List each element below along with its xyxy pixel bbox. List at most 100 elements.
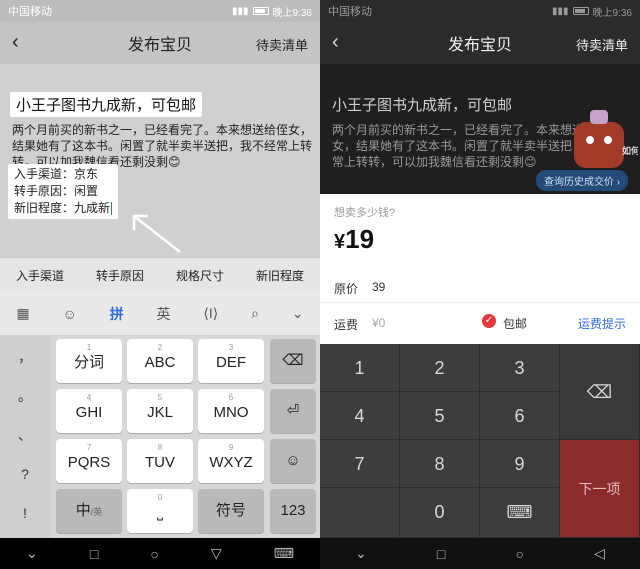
status-bar: 中国移动 ▮▮▮ 晚上9:36 — [0, 0, 320, 22]
app-header: ‹ 发布宝贝 待卖清单 — [0, 22, 320, 64]
key-1[interactable]: 1 分词 — [56, 339, 122, 383]
key-5[interactable]: 5 JKL — [127, 389, 193, 433]
backspace-icon[interactable]: ⌫ — [560, 344, 640, 440]
signal-icon: ▮▮▮ — [552, 5, 569, 17]
app-header: ‹ 发布宝贝 待卖清单 — [320, 22, 640, 64]
time-label: 晚上9:36 — [592, 7, 632, 19]
left-screen: 中国移动 ▮▮▮ 晚上9:36 ‹ 发布宝贝 待卖清单 小王子图书九成新，可包邮… — [0, 0, 320, 569]
detail-line: 入手渠道：京东 — [14, 167, 99, 181]
cursor-move-icon[interactable]: ⟨I⟩ — [203, 305, 218, 322]
key-3[interactable]: 3 DEF — [198, 339, 264, 383]
punct-key[interactable]: 、 — [4, 417, 46, 453]
key-8[interactable]: 8 TUV — [127, 439, 193, 483]
keyboard-icon[interactable]: ⌨ — [274, 545, 294, 562]
hide-keyboard-icon[interactable]: ⌨ — [480, 488, 560, 538]
shipping-label: 运费 — [334, 318, 359, 332]
next-item-button[interactable]: 下一项 — [560, 440, 640, 538]
battery-icon — [572, 7, 589, 15]
price-history-button[interactable]: 查询历史成交价 › — [536, 170, 629, 191]
tag-size[interactable]: 规格尺寸 — [176, 267, 224, 284]
space-key[interactable]: 0 ⎵ — [127, 489, 193, 533]
carrier-label: 中国移动 — [8, 6, 52, 18]
punctuation-column: ， 。 、 ? ! — [0, 336, 50, 538]
system-nav-bar: ⌄ □ ○ ▽ ⌨ — [0, 538, 320, 569]
signal-icon: ▮▮▮ — [232, 5, 249, 17]
home-icon[interactable]: ○ — [516, 546, 524, 562]
mascot-text: 如何定价? — [622, 145, 638, 157]
original-price-input[interactable]: 39 — [372, 280, 385, 294]
price-sheet: 想卖多少钱? ¥19 原价 39 运费 ¥0 ✓ 包邮 运费提示 — [320, 194, 640, 344]
chevron-down-icon[interactable]: ⌄ — [26, 545, 38, 562]
divider — [320, 302, 640, 303]
num-key[interactable]: 3 — [480, 344, 560, 392]
num-key[interactable]: 7 — [320, 440, 400, 488]
post-title-field[interactable]: 小王子图书九成新，可包邮 — [10, 92, 203, 117]
pinyin-mode[interactable]: 拼 — [110, 304, 124, 324]
tag-reason[interactable]: 转手原因 — [96, 267, 144, 284]
num-key[interactable]: 8 — [400, 440, 480, 488]
chevron-down-icon[interactable]: ⌄ — [292, 305, 304, 322]
post-title: 小王子图书九成新，可包邮 — [332, 97, 513, 114]
tag-source[interactable]: 入手渠道 — [16, 267, 64, 284]
arrow-annotation-icon — [132, 214, 181, 253]
post-preview-dimmed: 小王子图书九成新，可包邮 两个月前买的新书之一，已经看完了。本来想送给侄女，结果… — [320, 64, 640, 194]
key-7[interactable]: 7 PQRS — [56, 439, 122, 483]
post-editor[interactable]: 小王子图书九成新，可包邮 两个月前买的新书之一，已经看完了。本来想送给侄女，结果… — [0, 64, 320, 258]
number-pad: 1 2 3 ⌫ 4 5 6 7 8 9 下一项 0 ⌨ — [320, 344, 640, 538]
punct-key[interactable]: ? — [4, 456, 46, 492]
recents-icon[interactable]: □ — [437, 546, 445, 562]
keyboard-toolbar: ▦ ☺ 拼 英 ⟨I⟩ ⌕ ⌄ — [0, 292, 320, 336]
battery-icon — [252, 7, 269, 15]
punct-key[interactable]: ! — [4, 495, 46, 531]
home-icon[interactable]: ○ — [150, 546, 158, 562]
num-key[interactable]: 5 — [400, 392, 480, 440]
emoji-key-icon[interactable]: ☺ — [270, 439, 316, 483]
check-icon[interactable]: ✓ — [482, 314, 496, 328]
punct-key[interactable]: 。 — [4, 378, 46, 414]
keyboard: ， 。 、 ? ! 1 分词 2 ABC 3 DEF ⌫ 4 GHI 5 JKL 6 MNO… — [0, 336, 320, 538]
tag-condition[interactable]: 新旧程度 — [256, 267, 304, 284]
detail-line: 转手原因：闲置 — [14, 184, 99, 198]
search-icon[interactable]: ⌕ — [251, 305, 259, 322]
number-key[interactable]: 123 — [270, 489, 316, 533]
num-key[interactable]: 9 — [480, 440, 560, 488]
shipping-input[interactable]: ¥0 — [372, 316, 385, 330]
detail-block[interactable]: 入手渠道：京东 转手原因：闲置 新旧程度：九成新 — [8, 164, 119, 219]
carrier-label: 中国移动 — [328, 6, 372, 18]
system-nav-bar: ⌄ □ ○ ◁ — [320, 538, 640, 569]
num-key[interactable]: 1 — [320, 344, 400, 392]
key-2[interactable]: 2 ABC — [127, 339, 193, 383]
num-key[interactable]: 6 — [480, 392, 560, 440]
key-9[interactable]: 9 WXYZ — [198, 439, 264, 483]
key-6[interactable]: 6 MNO — [198, 389, 264, 433]
right-screen: 中国移动 ▮▮▮ 晚上9:36 ‹ 发布宝贝 待卖清单 小王子图书九成新，可包邮… — [320, 0, 640, 569]
punct-key[interactable]: ， — [4, 339, 46, 375]
tag-bar: 入手渠道 转手原因 规格尺寸 新旧程度 — [0, 258, 320, 292]
pending-list-link[interactable]: 待卖清单 — [576, 35, 628, 54]
status-bar: 中国移动 ▮▮▮ 晚上9:36 — [320, 0, 640, 22]
symbol-key[interactable]: 符号 — [198, 489, 264, 533]
lang-switch-key[interactable]: 中/英 — [56, 489, 122, 533]
grid-icon[interactable]: ▦ — [16, 305, 29, 322]
num-key[interactable]: 2 — [400, 344, 480, 392]
chevron-down-icon[interactable]: ⌄ — [355, 545, 367, 562]
price-question: 想卖多少钱? — [334, 207, 396, 219]
blank-key — [320, 488, 400, 538]
back-triangle-icon[interactable]: ▽ — [211, 545, 222, 562]
price-input[interactable]: ¥19 — [334, 224, 374, 255]
shipping-tip-link[interactable]: 运费提示 — [578, 315, 626, 332]
num-key[interactable]: 0 — [400, 488, 480, 538]
num-key[interactable]: 4 — [320, 392, 400, 440]
post-description[interactable]: 两个月前买的新书之一，已经看完了。本来想送给侄女，结果她有了这本书。闲置了就半卖… — [12, 122, 312, 170]
back-triangle-icon[interactable]: ◁ — [594, 545, 605, 562]
key-4[interactable]: 4 GHI — [56, 389, 122, 433]
free-shipping-option[interactable]: 包邮 — [503, 315, 527, 332]
recents-icon[interactable]: □ — [90, 546, 98, 562]
time-label: 晚上9:36 — [272, 7, 312, 19]
enter-icon[interactable]: ⏎ — [270, 389, 316, 433]
backspace-icon[interactable]: ⌫ — [270, 339, 316, 383]
english-mode[interactable]: 英 — [157, 304, 171, 324]
pending-list-link[interactable]: 待卖清单 — [256, 35, 308, 54]
emoji-icon[interactable]: ☺ — [63, 306, 77, 322]
original-price-label: 原价 — [334, 282, 359, 296]
